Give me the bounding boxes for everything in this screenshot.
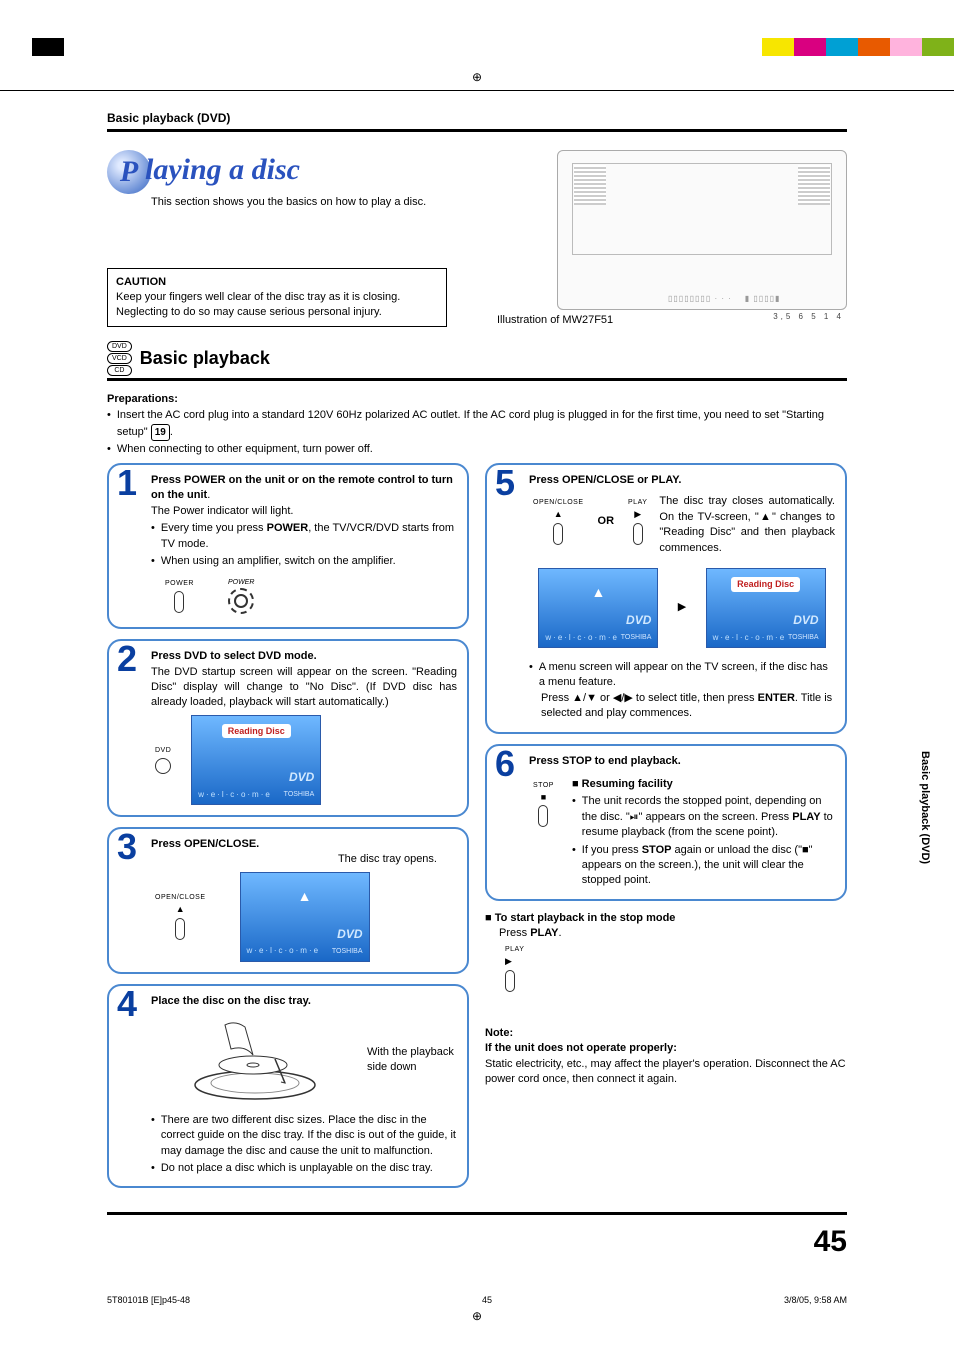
step-title: Press DVD to select DVD mode. [151, 650, 317, 662]
start-playback-stop-mode: To start playback in the stop mode Press… [485, 911, 847, 996]
step-title: Press OPEN/CLOSE or PLAY. [529, 474, 681, 486]
section-title-text: laying a disc [145, 153, 300, 186]
note-title: If the unit does not operate properly: [485, 1041, 847, 1056]
step-text: The disc tray closes automatically. On t… [659, 495, 835, 553]
step-title: Press POWER on the unit or on the remote… [151, 474, 453, 501]
step-6: 6 Press STOP to end playback. STOP ■ ■ R… [485, 744, 847, 901]
tv-panel-buttons: ▯▯▯▯▯▯▯▯ · · · ▮ ▯▯▯▯▮ [668, 294, 780, 303]
step-number: 1 [117, 465, 137, 501]
note-body: Static electricity, etc., may affect the… [485, 1057, 847, 1088]
step-4: 4 Place the disc on the disc tray. [107, 984, 469, 1189]
tv-screen-area [572, 163, 832, 255]
pill-dvd: DVD [107, 341, 132, 352]
subhead-rule [107, 378, 847, 381]
step-2: 2 Press DVD to select DVD mode. The DVD … [107, 639, 469, 817]
step-text: The Power indicator will light. [151, 505, 293, 517]
disc-tray-illustration [175, 1015, 335, 1105]
page-number-rule [107, 1212, 847, 1215]
prep-bullet-2: When connecting to other equipment, turn… [107, 441, 847, 458]
tv-screen-eject: ▲ DVD w·e·l·c·o·m·e TOSHIBA [240, 872, 370, 962]
pill-vcd: VCD [107, 353, 132, 364]
tv-illustration: ▯▯▯▯▯▯▯▯ · · · ▮ ▯▯▯▯▮ 3,5 6 5 1 4 [557, 150, 847, 310]
play-button-icon: PLAY ▶ [628, 498, 647, 544]
pill-cd: CD [107, 365, 132, 376]
subhead: Basic playback [140, 348, 270, 369]
registration-mark-top: ⊕ [0, 70, 954, 84]
power-button-icon: POWER [165, 579, 194, 613]
caution-title: CAUTION [116, 276, 166, 288]
dvd-button-icon: DVD [155, 746, 171, 774]
footer-info: 5T80101B [E]p45-48 45 3/8/05, 9:58 AM [107, 1295, 847, 1305]
stop-button-icon: STOP ■ [533, 781, 554, 885]
registration-mark-bottom: ⊕ [0, 1309, 954, 1323]
power-indicator-icon: POWER [228, 578, 254, 614]
tv-callout-numbers: 3,5 6 5 1 4 [773, 312, 844, 321]
note-label: Note: [485, 1026, 847, 1041]
section-title: Playing a disc [107, 150, 457, 194]
step-1: 1 Press POWER on the unit or on the remo… [107, 463, 469, 629]
caution-body: Keep your fingers well clear of the disc… [116, 291, 400, 318]
footer-doc-id: 5T80101B [E]p45-48 [107, 1295, 190, 1305]
step-title: Place the disc on the disc tray. [151, 995, 311, 1007]
step-title: Press OPEN/CLOSE. [151, 838, 259, 850]
step-number: 4 [117, 986, 137, 1022]
page-number: 45 [814, 1225, 847, 1259]
print-color-tabs [0, 38, 954, 68]
section-subtitle: This section shows you the basics on how… [151, 196, 457, 208]
tv-screen-reading-disc: Reading Disc DVD w·e·l·c·o·m·e TOSHIBA [706, 568, 826, 648]
step-text: The DVD startup screen will appear on th… [151, 666, 457, 709]
step-side-text: With the playback side down [367, 1045, 457, 1076]
open-close-button-icon: OPEN/CLOSE ▲ [533, 498, 584, 544]
page-content: Basic playback (DVD) Playing a disc This… [107, 111, 847, 1215]
tv-screen-eject: ▲ DVD w·e·l·c·o·m·e TOSHIBA [538, 568, 658, 648]
footer-page: 45 [482, 1295, 492, 1305]
open-close-button-icon: OPEN/CLOSE ▲ [155, 893, 206, 939]
step-number: 2 [117, 641, 137, 677]
top-rule [0, 90, 954, 91]
prep-label: Preparations: [107, 393, 178, 405]
prep-bullet-1: Insert the AC cord plug into a standard … [107, 407, 847, 441]
side-tab: Basic playback (DVD) [919, 751, 931, 864]
resume-title: ■ Resuming facility [572, 777, 835, 792]
step-3: 3 Press OPEN/CLOSE. The disc tray opens.… [107, 827, 469, 974]
or-label: OR [598, 514, 615, 529]
step-5: 5 Press OPEN/CLOSE or PLAY. OPEN/CLOSE ▲… [485, 463, 847, 734]
step-number: 5 [495, 465, 515, 501]
step-title: Press STOP to end playback. [529, 755, 681, 767]
arrow-icon [678, 600, 686, 615]
step-number: 3 [117, 829, 137, 865]
footer-timestamp: 3/8/05, 9:58 AM [784, 1295, 847, 1305]
play-button-icon: PLAY ▶ [505, 945, 843, 991]
preparations: Preparations: Insert the AC cord plug in… [107, 391, 847, 458]
step-number: 6 [495, 746, 515, 782]
page-ref-icon: 19 [151, 424, 170, 441]
tv-screen-reading-disc: Reading Disc DVD w·e·l·c·o·m·e TOSHIBA [191, 715, 321, 805]
header-rule [107, 129, 847, 132]
media-format-icons: DVD VCD CD [107, 341, 132, 376]
caution-box: CAUTION Keep your fingers well clear of … [107, 268, 447, 327]
header-label: Basic playback (DVD) [107, 111, 847, 125]
note-block: Note: If the unit does not operate prope… [485, 1026, 847, 1088]
